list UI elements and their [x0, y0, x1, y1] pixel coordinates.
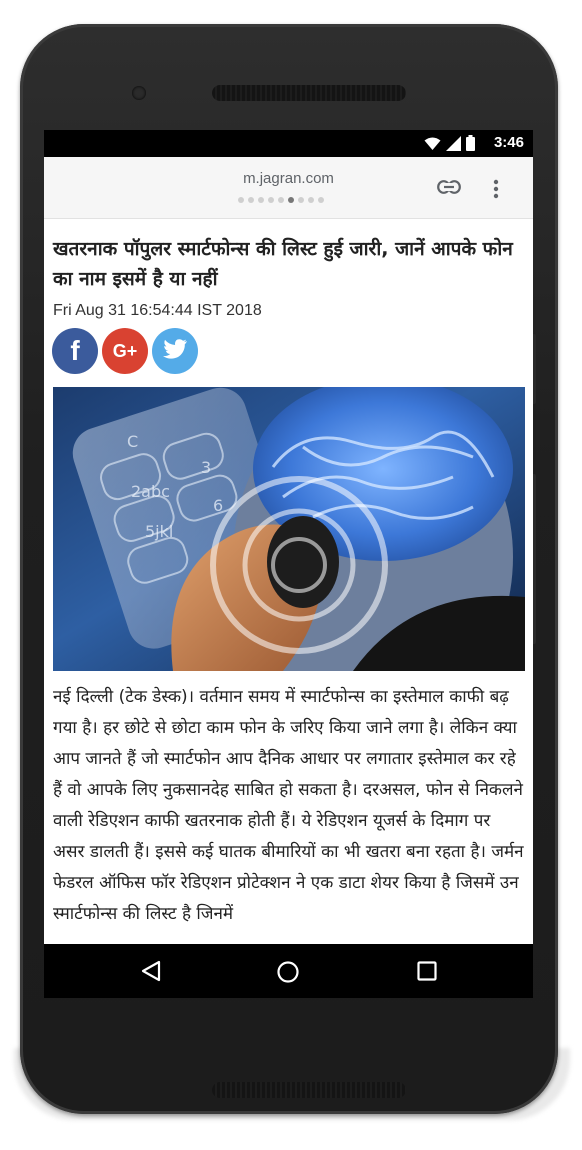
twitter-bird-icon — [162, 338, 188, 365]
page-indicator-dot — [268, 197, 274, 203]
article-hero-image: C 2abc 3 5jkl 6 — [53, 387, 525, 671]
twitter-share-button[interactable] — [152, 328, 198, 374]
article-date: Fri Aug 31 16:54:44 IST 2018 — [53, 302, 262, 319]
page-indicator-dots — [238, 197, 324, 203]
battery-icon — [466, 135, 475, 155]
overflow-menu-icon[interactable] — [493, 179, 499, 203]
page-indicator-dot — [298, 197, 304, 203]
phone-screen: 3:46 m.jagran.com खतरनाक पॉपुलर स्मार्टफ… — [44, 130, 533, 998]
keypad-label: 2abc — [131, 482, 170, 501]
page-indicator-dot — [238, 197, 244, 203]
page-indicator-dot — [318, 197, 324, 203]
google-plus-icon: G+ — [112, 340, 138, 361]
front-camera — [132, 86, 146, 100]
earpiece-speaker — [212, 85, 406, 101]
navigation-bar — [44, 944, 533, 998]
link-icon[interactable] — [437, 179, 461, 198]
browser-url-bar[interactable]: m.jagran.com — [44, 157, 533, 219]
keypad-label: C — [127, 432, 138, 451]
recents-icon[interactable] — [417, 961, 437, 985]
status-time: 3:46 — [493, 134, 524, 151]
page-indicator-dot — [258, 197, 264, 203]
status-bar: 3:46 — [44, 130, 533, 157]
bottom-speaker — [212, 1082, 406, 1098]
cellular-signal-icon — [446, 135, 461, 155]
keypad-label: 5jkl — [145, 522, 173, 541]
page-indicator-dot — [248, 197, 254, 203]
article-body: नई दिल्ली (टेक डेस्क)। वर्तमान समय में स… — [53, 687, 524, 924]
page-indicator-dot — [278, 197, 284, 203]
article-headline: खतरनाक पॉपुलर स्मार्टफोन्स की लिस्ट हुई … — [53, 238, 513, 290]
article-content[interactable]: खतरनाक पॉपुलर स्मार्टफोन्स की लिस्ट हुई … — [44, 220, 533, 944]
google-plus-share-button[interactable]: G+ — [102, 328, 148, 374]
facebook-share-button[interactable]: f — [52, 328, 98, 374]
wifi-icon — [424, 136, 441, 155]
page-indicator-dot — [288, 197, 294, 203]
page-indicator-dot — [308, 197, 314, 203]
share-buttons: f G+ — [52, 328, 198, 374]
keypad-label: 3 — [201, 458, 211, 477]
facebook-icon: f — [70, 335, 80, 366]
home-icon[interactable] — [276, 960, 300, 988]
back-icon[interactable] — [140, 960, 162, 986]
keypad-label: 6 — [213, 496, 223, 515]
